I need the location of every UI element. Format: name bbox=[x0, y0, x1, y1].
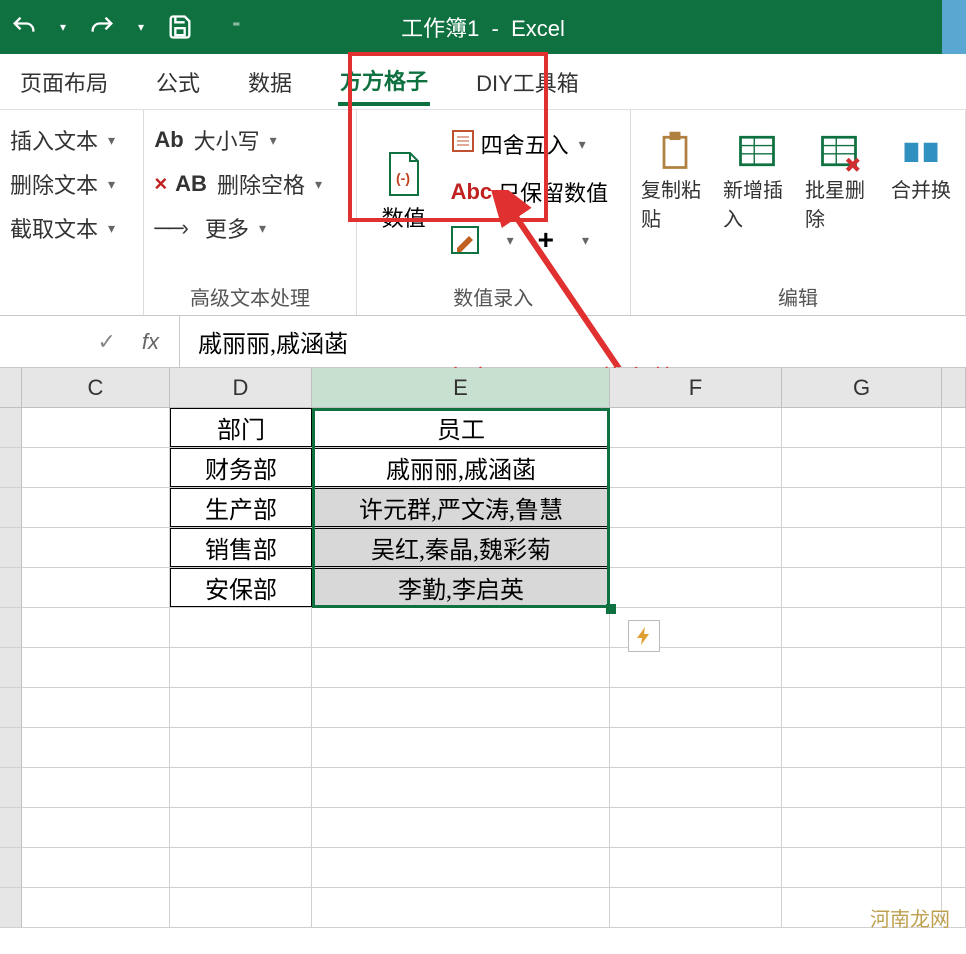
check-icon[interactable]: ✓ bbox=[97, 329, 115, 355]
table-row: 安保部 李勤,李启英 bbox=[0, 568, 966, 608]
cell-e-header[interactable]: 员工 bbox=[312, 408, 610, 447]
group-text-ops-right: Ab大小写▾ ×AB删除空格▾ ──› 更多▾ 高级文本处理 bbox=[144, 110, 356, 315]
batch-delete-button[interactable]: 批星删除 bbox=[805, 128, 873, 232]
table-row: 销售部 吴红,秦晶,魏彩菊 bbox=[0, 528, 966, 568]
tab-diy-toolbox[interactable]: DIY工具箱 bbox=[474, 60, 581, 104]
watermark: 河南龙网 bbox=[870, 903, 950, 932]
col-header-d[interactable]: D bbox=[170, 368, 312, 407]
clipboard-icon bbox=[652, 128, 698, 174]
copy-paste-button[interactable]: 复制粘贴 bbox=[641, 128, 709, 232]
formula-input[interactable]: 戚丽丽,戚涵菡 bbox=[180, 324, 348, 359]
svg-text:(-): (-) bbox=[396, 170, 410, 186]
column-headers: C D E F G bbox=[0, 368, 966, 408]
title-bar: ▾ ▾ ⁼ 工作簿1 - Excel bbox=[0, 0, 966, 54]
cell-emp[interactable]: 李勤,李启英 bbox=[312, 568, 610, 607]
keep-numeric-button[interactable]: Abc 只保留数值 bbox=[451, 172, 609, 212]
cell-dept[interactable]: 生产部 bbox=[170, 488, 312, 527]
chevron-down-icon: ▾ bbox=[259, 220, 266, 237]
chevron-down-icon: ▾ bbox=[270, 132, 277, 149]
qat-customize-icon[interactable]: ⁼ bbox=[232, 17, 240, 37]
chevron-down-icon: ▾ bbox=[315, 176, 322, 193]
redo-dropdown-icon[interactable]: ▾ bbox=[138, 20, 144, 34]
cell-dept[interactable]: 财务部 bbox=[170, 448, 312, 487]
quick-analysis-button[interactable] bbox=[628, 620, 660, 652]
col-header-f[interactable]: F bbox=[610, 368, 782, 407]
more-button[interactable]: ──› 更多▾ bbox=[154, 206, 345, 250]
undo-icon[interactable] bbox=[10, 13, 38, 41]
table-row: 财务部 戚丽丽,戚涵菡 bbox=[0, 448, 966, 488]
cell-dept[interactable]: 销售部 bbox=[170, 528, 312, 567]
table-row: 生产部 许元群,严文涛,鲁慧 bbox=[0, 488, 966, 528]
chevron-down-icon: ▾ bbox=[108, 176, 115, 193]
chevron-down-icon[interactable]: ▾ bbox=[507, 232, 514, 249]
numeric-button[interactable]: (-) 数值 bbox=[367, 128, 441, 256]
tab-page-layout[interactable]: 页面布局 bbox=[18, 60, 110, 104]
table-delete-icon bbox=[816, 128, 862, 174]
group-edit: 复制粘贴 新增插入 批星删除 合并换 编辑 bbox=[631, 110, 966, 315]
cell-emp[interactable]: 吴红,秦晶,魏彩菊 bbox=[312, 528, 610, 567]
cell-emp[interactable]: 许元群,严文涛,鲁慧 bbox=[312, 488, 610, 527]
edit-cell-icon[interactable] bbox=[451, 226, 479, 254]
selection-handle[interactable] bbox=[606, 604, 616, 614]
lightning-icon bbox=[634, 626, 654, 646]
chevron-down-icon[interactable]: ▾ bbox=[582, 232, 589, 249]
merge-button[interactable]: 合并换 bbox=[887, 128, 955, 232]
insert-text-button[interactable]: 插入文本▾ bbox=[10, 118, 133, 162]
new-insert-button[interactable]: 新增插入 bbox=[723, 128, 791, 232]
delete-icon: × bbox=[154, 171, 167, 197]
col-header-g[interactable]: G bbox=[782, 368, 942, 407]
quick-access-toolbar: ▾ ▾ ⁼ bbox=[10, 13, 241, 41]
ribbon-tabs: 页面布局 公式 数据 方方格子 DIY工具箱 bbox=[0, 54, 966, 110]
cell-d-header[interactable]: 部门 bbox=[170, 408, 312, 447]
col-header-c[interactable]: C bbox=[22, 368, 170, 407]
table-row: 部门 员工 bbox=[0, 408, 966, 448]
group-label: 数值录入 bbox=[367, 282, 620, 311]
chevron-down-icon: ▾ bbox=[579, 136, 586, 153]
fx-icon[interactable]: fx bbox=[142, 329, 159, 355]
merge-icon bbox=[898, 128, 944, 174]
undo-dropdown-icon[interactable]: ▾ bbox=[60, 20, 66, 34]
chevron-down-icon: ▾ bbox=[108, 220, 115, 237]
document-icon: (-) bbox=[384, 151, 424, 197]
abc-icon: Abc bbox=[451, 179, 493, 205]
group-numeric: (-) 数值 四舍五入▾ Abc 只保留数值 ▾ + ▾ 数值录入 bbox=[357, 110, 631, 315]
round-button[interactable]: 四舍五入▾ bbox=[451, 124, 609, 164]
cell-dept[interactable]: 安保部 bbox=[170, 568, 312, 607]
arrow-right-icon: ──› bbox=[154, 215, 187, 241]
chevron-down-icon: ▾ bbox=[108, 132, 115, 149]
redo-icon[interactable] bbox=[88, 13, 116, 41]
group-text-ops-left: 插入文本▾ 删除文本▾ 截取文本▾ bbox=[0, 110, 144, 315]
window-control-icon[interactable] bbox=[942, 0, 966, 54]
group-label: 高级文本处理 bbox=[154, 282, 345, 311]
case-button[interactable]: Ab大小写▾ bbox=[154, 118, 345, 162]
delete-text-button[interactable]: 删除文本▾ bbox=[10, 162, 133, 206]
tab-data[interactable]: 数据 bbox=[246, 60, 294, 104]
delete-space-button[interactable]: ×AB删除空格▾ bbox=[154, 162, 345, 206]
tab-formula[interactable]: 公式 bbox=[154, 60, 202, 104]
tab-fangfang[interactable]: 方方格子 bbox=[338, 58, 430, 106]
spreadsheet-grid[interactable]: C D E F G 部门 员工 财务部 戚丽丽,戚涵菡 生产部 许元群,严文涛,… bbox=[0, 368, 966, 928]
table-insert-icon bbox=[734, 128, 780, 174]
extract-text-button[interactable]: 截取文本▾ bbox=[10, 206, 133, 250]
ribbon: 插入文本▾ 删除文本▾ 截取文本▾ Ab大小写▾ ×AB删除空格▾ ──› 更多… bbox=[0, 110, 966, 316]
case-icon: Ab bbox=[154, 127, 183, 153]
plus-icon[interactable]: + bbox=[538, 224, 554, 256]
round-icon bbox=[451, 129, 475, 159]
group-label: 编辑 bbox=[641, 282, 955, 311]
save-icon[interactable] bbox=[166, 13, 194, 41]
window-title: 工作簿1 - Excel bbox=[401, 11, 565, 43]
cell-emp[interactable]: 戚丽丽,戚涵菡 bbox=[312, 448, 610, 487]
col-header-e[interactable]: E bbox=[312, 368, 610, 407]
